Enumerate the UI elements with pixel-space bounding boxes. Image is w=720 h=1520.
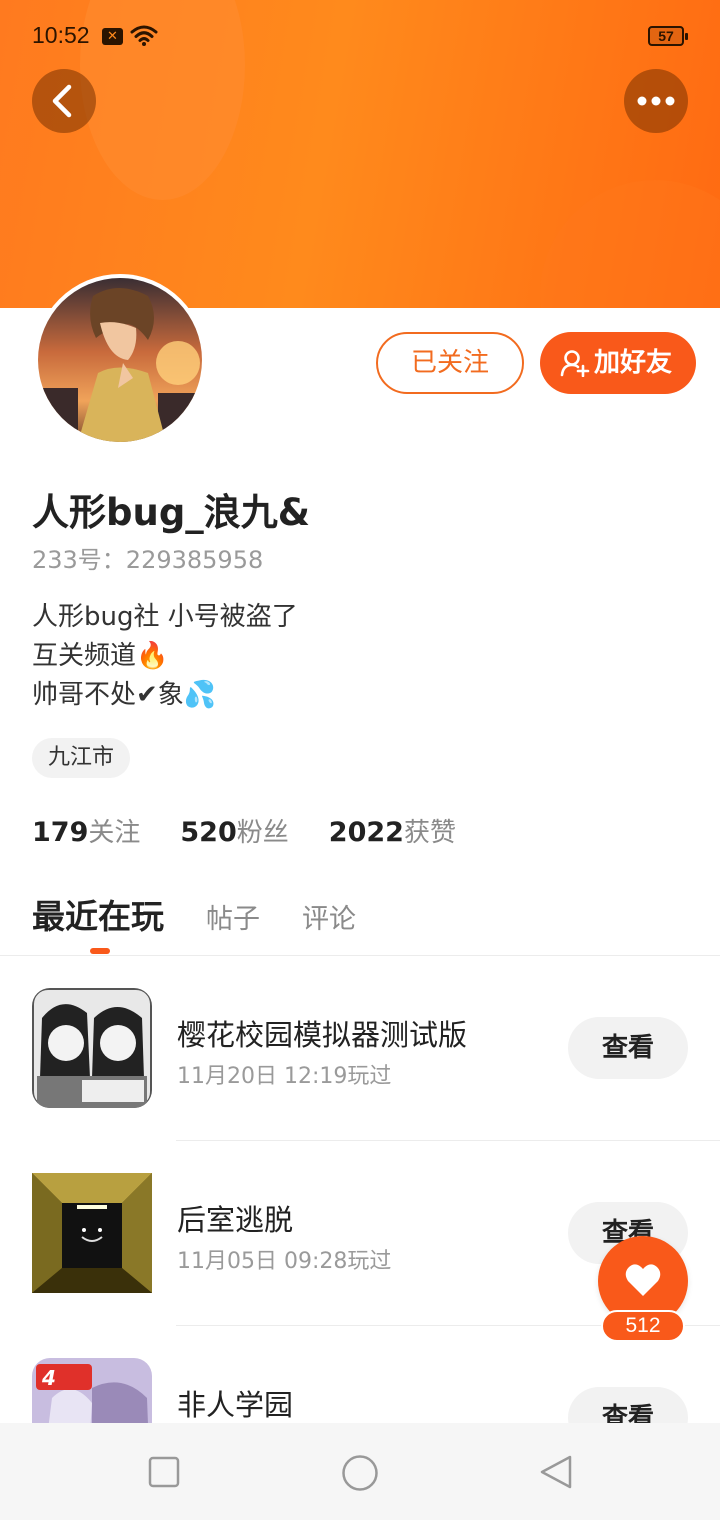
avatar[interactable] — [34, 274, 206, 446]
battery-icon: 57 — [648, 26, 688, 46]
svg-text:4: 4 — [41, 1366, 56, 1390]
stat-likes[interactable]: 2022获赞 — [329, 812, 456, 849]
add-friend-button[interactable]: 加好友 — [540, 332, 696, 394]
like-count: 512 — [601, 1310, 685, 1342]
game-icon — [32, 1173, 152, 1293]
status-time: 10:52 — [32, 22, 90, 48]
follow-button[interactable]: 已关注 — [376, 332, 524, 394]
avatar-image — [38, 278, 202, 442]
tab-indicator — [90, 948, 110, 954]
wifi-icon — [130, 25, 158, 46]
stat-value: 179 — [32, 817, 89, 848]
bio-line: 帅哥不处✔象💦 — [32, 680, 217, 710]
bio-line: 人形bug社 小号被盗了 — [32, 602, 298, 632]
tab-comments[interactable]: 评论 — [302, 897, 356, 936]
add-user-icon — [560, 350, 590, 377]
game-played-time: 11月05日 09:28玩过 — [177, 1249, 392, 1274]
game-played-time: 11月20日 12:19玩过 — [177, 1064, 392, 1089]
location-tag: 九江市 — [32, 738, 131, 778]
add-friend-label: 加好友 — [594, 348, 673, 378]
stat-following[interactable]: 179关注 — [32, 812, 140, 849]
game-title: 后室逃脱 — [177, 1203, 294, 1237]
game-icon — [32, 988, 152, 1108]
tab-posts[interactable]: 帖子 — [206, 897, 260, 936]
back-arrow-icon — [52, 84, 72, 118]
home-icon[interactable] — [341, 1454, 379, 1492]
stat-value: 2022 — [328, 817, 404, 848]
game-title: 樱花校园模拟器测试版 — [177, 1018, 468, 1052]
bio: 人形bug社 小号被盗了 互关频道🔥 帅哥不处✔象💦 — [32, 598, 298, 715]
list-item[interactable]: 樱花校园模拟器测试版 11月20日 12:19玩过 查看 — [0, 956, 720, 1141]
stat-label: 关注 — [88, 818, 141, 848]
navigation-bar — [0, 1423, 720, 1520]
bio-line: 互关频道🔥 — [32, 641, 169, 671]
stat-label: 粉丝 — [236, 818, 289, 848]
more-button[interactable] — [624, 69, 688, 133]
status-bar: 10:52 ✕ 57 — [0, 0, 720, 72]
stat-label: 获赞 — [403, 818, 456, 848]
stat-value: 520 — [180, 817, 237, 848]
game-title: 非人学园 — [177, 1388, 294, 1422]
tab-bar: 最近在玩 帖子 评论 — [32, 890, 398, 938]
account-id: 233号：229385958 — [32, 546, 264, 574]
back-nav-icon[interactable] — [538, 1454, 574, 1490]
heart-icon — [625, 1264, 661, 1296]
sim-x-icon: ✕ — [102, 28, 123, 45]
more-dots-icon — [637, 96, 675, 106]
username: 人形bug_浪九& — [32, 491, 311, 534]
back-button[interactable] — [32, 69, 96, 133]
tab-recently-played[interactable]: 最近在玩 — [32, 890, 164, 938]
stats-row: 179关注 520粉丝 2022获赞 — [32, 812, 496, 849]
recent-apps-icon[interactable] — [148, 1456, 180, 1488]
view-button[interactable]: 查看 — [568, 1017, 688, 1079]
stat-followers[interactable]: 520粉丝 — [180, 812, 288, 849]
